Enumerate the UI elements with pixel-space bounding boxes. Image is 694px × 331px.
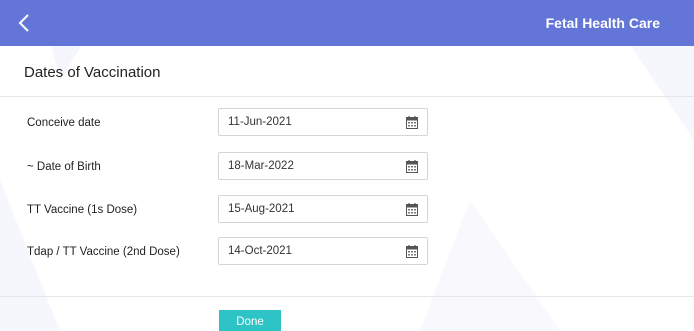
app-header: Fetal Health Care bbox=[0, 0, 694, 46]
conceive-date-input[interactable]: 11-Jun-2021 bbox=[218, 108, 428, 136]
field-label: ~ Date of Birth bbox=[27, 161, 101, 173]
form-row-date-of-birth: ~ Date of Birth 18-Mar-2022 bbox=[0, 152, 694, 182]
chevron-left-icon bbox=[18, 14, 29, 32]
divider bbox=[0, 296, 694, 297]
form-row-tt-vaccine-1: TT Vaccine (1s Dose) 15-Aug-2021 bbox=[0, 195, 694, 225]
form-row-conceive-date: Conceive date 11-Jun-2021 bbox=[0, 108, 694, 138]
back-button[interactable] bbox=[0, 0, 48, 46]
tt-vaccine-1-input[interactable]: 15-Aug-2021 bbox=[218, 195, 428, 223]
date-value: 11-Jun-2021 bbox=[228, 116, 292, 128]
date-value: 15-Aug-2021 bbox=[228, 203, 295, 215]
divider bbox=[0, 96, 694, 97]
calendar-icon[interactable] bbox=[406, 245, 418, 258]
header-title: Fetal Health Care bbox=[545, 15, 660, 31]
date-value: 18-Mar-2022 bbox=[228, 160, 294, 172]
tdap-vaccine-2-input[interactable]: 14-Oct-2021 bbox=[218, 237, 428, 265]
form-row-tdap-vaccine-2: Tdap / TT Vaccine (2nd Dose) 14-Oct-2021 bbox=[0, 237, 694, 267]
date-of-birth-input[interactable]: 18-Mar-2022 bbox=[218, 152, 428, 180]
section-title: Dates of Vaccination bbox=[24, 64, 161, 81]
calendar-icon[interactable] bbox=[406, 160, 418, 173]
calendar-icon[interactable] bbox=[406, 116, 418, 129]
calendar-icon[interactable] bbox=[406, 203, 418, 216]
field-label: TT Vaccine (1s Dose) bbox=[27, 204, 138, 216]
done-button[interactable]: Done bbox=[219, 310, 281, 331]
field-label: Tdap / TT Vaccine (2nd Dose) bbox=[27, 246, 180, 258]
field-label: Conceive date bbox=[27, 117, 101, 129]
date-value: 14-Oct-2021 bbox=[228, 245, 292, 257]
